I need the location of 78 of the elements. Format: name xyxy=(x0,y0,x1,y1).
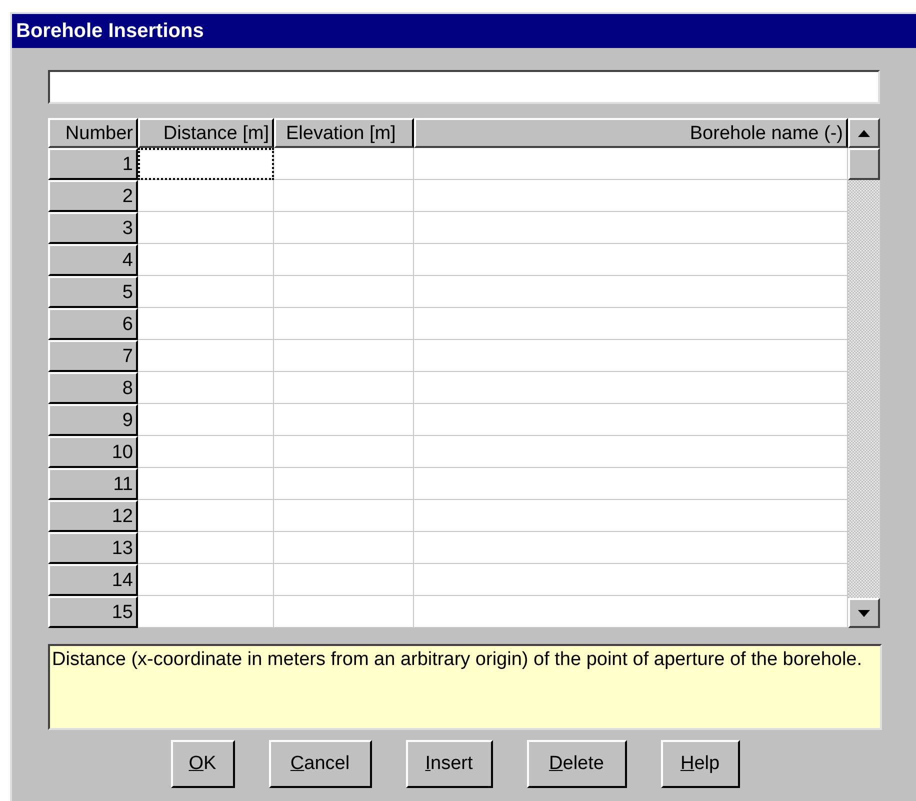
column-header[interactable]: Borehole name (-) xyxy=(414,118,848,148)
table-cell[interactable] xyxy=(414,500,848,532)
row-header[interactable]: 5 xyxy=(48,276,138,308)
table-cell[interactable] xyxy=(414,212,848,244)
row-header[interactable]: 2 xyxy=(48,180,138,212)
table-cell[interactable] xyxy=(414,372,848,404)
help-text: Distance (x-coordinate in meters from an arbitrary origin) of the point of aperture of the borehole. xyxy=(52,648,864,672)
table-cell[interactable] xyxy=(414,532,848,564)
down-arrow-icon xyxy=(858,610,870,616)
row-header[interactable]: 10 xyxy=(48,436,138,468)
table-cell[interactable] xyxy=(414,564,848,596)
table-cell[interactable] xyxy=(138,148,274,180)
scroll-thumb[interactable] xyxy=(848,148,880,180)
scroll-up-button[interactable] xyxy=(848,118,880,148)
table-cell[interactable] xyxy=(274,468,414,500)
row-header[interactable]: 1 xyxy=(48,148,138,180)
row-header[interactable]: 6 xyxy=(48,308,138,340)
table-cell[interactable] xyxy=(138,596,274,628)
table-cell[interactable] xyxy=(274,148,414,180)
table-cell[interactable] xyxy=(138,340,274,372)
scrollbar[interactable] xyxy=(848,118,880,628)
table-cell[interactable] xyxy=(414,596,848,628)
table-cell[interactable] xyxy=(138,276,274,308)
table-cell[interactable] xyxy=(138,180,274,212)
row-header[interactable]: 15 xyxy=(48,596,138,628)
table-cell[interactable] xyxy=(274,564,414,596)
row-header[interactable]: 7 xyxy=(48,340,138,372)
table-cell[interactable] xyxy=(414,436,848,468)
row-header[interactable]: 3 xyxy=(48,212,138,244)
table-cell[interactable] xyxy=(274,276,414,308)
up-arrow-icon xyxy=(858,130,870,136)
table-cell[interactable] xyxy=(138,372,274,404)
table-cell[interactable] xyxy=(138,564,274,596)
table-cell[interactable] xyxy=(414,148,848,180)
window-title: Borehole Insertions xyxy=(16,19,204,44)
table-cell[interactable] xyxy=(414,468,848,500)
dialog-button[interactable]: OK xyxy=(170,740,234,788)
dialog-button[interactable]: Delete xyxy=(526,740,626,788)
row-header[interactable]: 11 xyxy=(48,468,138,500)
table-cell[interactable] xyxy=(274,500,414,532)
table-cell[interactable] xyxy=(138,500,274,532)
table-cell[interactable] xyxy=(138,308,274,340)
table-cell[interactable] xyxy=(274,596,414,628)
table-cell[interactable] xyxy=(414,404,848,436)
row-header[interactable]: 8 xyxy=(48,372,138,404)
table-cell[interactable] xyxy=(414,244,848,276)
row-header[interactable]: 12 xyxy=(48,500,138,532)
table-cell[interactable] xyxy=(414,180,848,212)
table-cell[interactable] xyxy=(138,404,274,436)
table-cell[interactable] xyxy=(414,308,848,340)
table-cell[interactable] xyxy=(138,244,274,276)
table-cell[interactable] xyxy=(274,340,414,372)
table-cell[interactable] xyxy=(274,180,414,212)
dialog-button[interactable]: Insert xyxy=(406,740,492,788)
column-header[interactable]: Distance [m] xyxy=(138,118,274,148)
table-cell[interactable] xyxy=(274,244,414,276)
row-header[interactable]: 13 xyxy=(48,532,138,564)
input-field[interactable] xyxy=(48,70,880,104)
row-header[interactable]: 14 xyxy=(48,564,138,596)
table-cell[interactable] xyxy=(274,308,414,340)
row-header[interactable]: 4 xyxy=(48,244,138,276)
table-cell[interactable] xyxy=(138,212,274,244)
table-cell[interactable] xyxy=(414,340,848,372)
table-cell[interactable] xyxy=(138,468,274,500)
table-cell[interactable] xyxy=(274,404,414,436)
table-cell[interactable] xyxy=(274,532,414,564)
dialog-button[interactable]: Cancel xyxy=(268,740,372,788)
scroll-down-button[interactable] xyxy=(848,598,880,628)
table-cell[interactable] xyxy=(138,436,274,468)
table-cell[interactable] xyxy=(414,276,848,308)
table-cell[interactable] xyxy=(274,372,414,404)
row-header[interactable]: 9 xyxy=(48,404,138,436)
column-header[interactable]: Number xyxy=(48,118,138,148)
dialog-button[interactable]: Help xyxy=(660,740,740,788)
table-cell[interactable] xyxy=(274,212,414,244)
table-cell[interactable] xyxy=(274,436,414,468)
table-cell[interactable] xyxy=(138,532,274,564)
column-header[interactable]: Elevation [m] xyxy=(274,118,414,148)
